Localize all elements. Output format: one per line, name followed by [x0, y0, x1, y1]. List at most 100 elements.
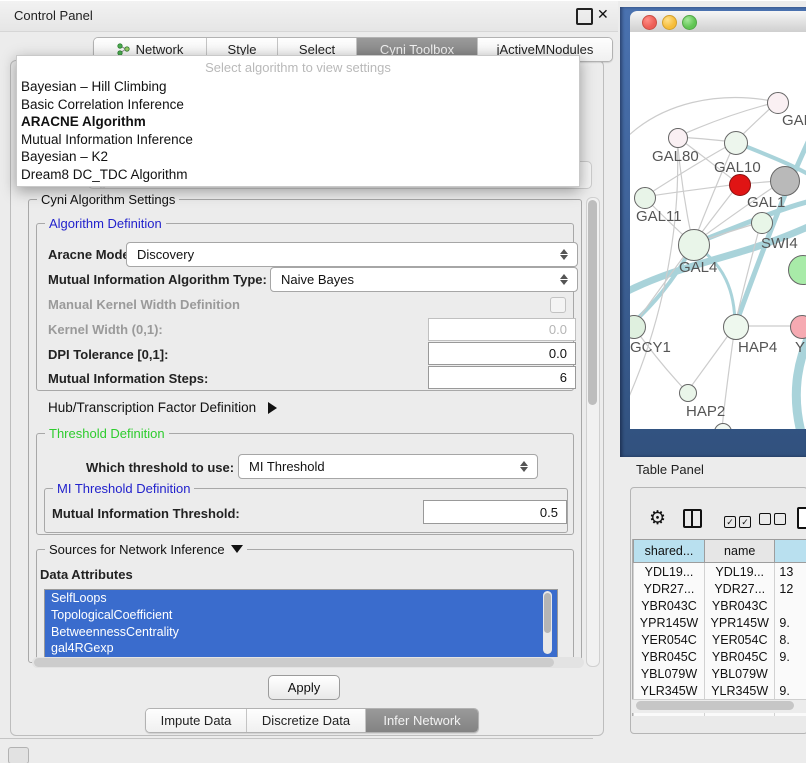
float-window-icon[interactable] [576, 8, 593, 25]
attribute-item[interactable]: gal4RGexp [45, 640, 557, 657]
network-node-hap2[interactable] [679, 384, 697, 402]
table-row[interactable]: YDL19... YDL19... 13 [634, 563, 806, 581]
kernel-width-value: 0.0 [549, 322, 567, 337]
stepper-icon [555, 274, 577, 285]
mi-steps-input[interactable]: 6 [428, 366, 576, 389]
node-label-swi4: SWI4 [761, 235, 798, 252]
panel-divider [0, 738, 593, 739]
gear-icon[interactable]: ⚙ [649, 507, 666, 530]
tab-impute-data[interactable]: Impute Data [146, 709, 247, 732]
attr-list-scroll-thumb[interactable] [544, 593, 551, 633]
node-table: shared... name YDL19... YDL19... 13 YDR2… [632, 539, 806, 716]
stepper-icon [555, 249, 577, 260]
dropdown-item[interactable]: Mutual Information Inference [17, 131, 579, 149]
network-node-gal11[interactable] [634, 187, 656, 209]
sources-group-title[interactable]: Sources for Network Inference [45, 542, 247, 557]
dropdown-item[interactable]: Bayesian – K2 [17, 148, 579, 166]
table-row[interactable]: YBL079W YBL079W [634, 665, 806, 682]
tab-discretize-data[interactable]: Discretize Data [247, 709, 366, 732]
apply-button[interactable]: Apply [268, 675, 340, 700]
tab-infer-network[interactable]: Infer Network [366, 709, 478, 732]
column-layout-icon[interactable] [683, 509, 702, 528]
tab-impute-data-label: Impute Data [161, 713, 232, 728]
mi-threshold-group-title: MI Threshold Definition [53, 481, 194, 496]
node-label-hap4: HAP4 [738, 339, 777, 356]
network-node-gal4[interactable] [678, 229, 710, 261]
apply-button-label: Apply [288, 680, 321, 695]
network-node[interactable] [767, 92, 789, 114]
network-node-gal80[interactable] [668, 128, 688, 148]
control-panel-title: Control Panel [14, 8, 93, 23]
settings-horizontal-scroll-thumb[interactable] [34, 658, 554, 667]
attr-items: SelfLoopsTopologicalCoefficientBetweenne… [45, 590, 557, 657]
checked-boxes-icon[interactable]: ✓✓ [724, 512, 751, 530]
cyni-bottom-tabs: Impute Data Discretize Data Infer Networ… [145, 708, 479, 733]
threshold-definition-title: Threshold Definition [45, 426, 169, 441]
sources-title-text: Sources for Network Inference [49, 542, 225, 557]
table-header-row: shared... name [634, 540, 806, 563]
mi-type-label: Mutual Information Algorithm Type: [48, 272, 267, 287]
screen: Control Panel ✕ Network Style Select Cyn… [0, 0, 806, 763]
new-column-icon[interactable] [797, 507, 806, 529]
dropdown-item[interactable]: Bayesian – Hill Climbing [17, 78, 579, 96]
mi-threshold-input[interactable]: 0.5 [423, 500, 567, 524]
aracne-mode-value: Discovery [137, 247, 194, 262]
tab-discretize-data-label: Discretize Data [262, 713, 350, 728]
window-minimize-icon[interactable] [662, 15, 677, 30]
aracne-mode-select[interactable]: Discovery [126, 242, 578, 267]
table-body: YDL19... YDL19... 13 YDR27... YDR27... 1… [634, 563, 806, 717]
network-node-gal10[interactable] [724, 131, 748, 155]
table-row[interactable]: YDR27... YDR27... 12 [634, 580, 806, 597]
algorithm-definition-title: Algorithm Definition [45, 216, 166, 231]
window-zoom-icon[interactable] [682, 15, 697, 30]
column-header-shared-name[interactable]: shared... [634, 540, 705, 563]
node-label-gal80: GAL80 [652, 148, 699, 165]
table-row[interactable]: YPR145W YPR145W 9. [634, 614, 806, 631]
dock-panel-button[interactable] [8, 747, 29, 763]
table-row[interactable]: YBR043C YBR043C [634, 597, 806, 614]
data-attributes-list[interactable]: SelfLoopsTopologicalCoefficientBetweenne… [44, 589, 558, 660]
attribute-item[interactable]: TopologicalCoefficient [45, 607, 557, 624]
dropdown-items: Bayesian – Hill ClimbingBasic Correlatio… [17, 78, 579, 183]
mi-threshold-value: 0.5 [540, 505, 558, 520]
attribute-item[interactable]: SelfLoops [45, 590, 557, 607]
window-close-icon[interactable] [642, 15, 657, 30]
node-label-gal1: GAL1 [747, 194, 785, 211]
hub-definition-label: Hub/Transcription Factor Definition [48, 400, 256, 415]
aracne-mode-label: Aracne Mode: [48, 247, 134, 262]
network-node-hap4[interactable] [723, 314, 749, 340]
column-header-name[interactable]: name [704, 540, 774, 563]
unchecked-boxes-icon[interactable] [759, 512, 786, 530]
table-row[interactable]: YBR045C YBR045C 9. [634, 648, 806, 665]
table-horizontal-scroll-thumb[interactable] [636, 701, 794, 710]
dpi-tolerance-value: 0.0 [549, 346, 567, 361]
mi-type-select[interactable]: Naive Bayes [270, 267, 578, 292]
node-label-gal10: GAL10 [714, 159, 761, 176]
node-label-gal11: GAL11 [636, 208, 682, 225]
network-canvas[interactable]: GAL GAL80 GAL10 GAL1 GAL11 SWI4 GAL4 GCY… [630, 32, 806, 429]
which-threshold-select[interactable]: MI Threshold [238, 454, 538, 479]
dropdown-item[interactable]: ARACNE Algorithm [17, 113, 579, 131]
which-threshold-value: MI Threshold [249, 459, 325, 474]
network-node-swi4[interactable] [751, 212, 773, 234]
node-label-gal4: GAL4 [679, 259, 717, 276]
settings-vertical-scroll-thumb[interactable] [588, 200, 597, 405]
dropdown-item[interactable]: Dream8 DC_TDC Algorithm [17, 166, 579, 184]
dropdown-item[interactable]: Basic Correlation Inference [17, 96, 579, 114]
manual-kernel-checkbox[interactable] [550, 297, 566, 313]
algorithm-dropdown-popup: Select algorithm to view settings Bayesi… [16, 55, 580, 187]
kernel-width-input[interactable]: 0.0 [428, 318, 576, 341]
node-label-hap2: HAP2 [686, 403, 725, 420]
network-node-gray[interactable] [770, 166, 800, 196]
table-row[interactable]: YER054C YER054C 8. [634, 631, 806, 648]
column-header-partial[interactable] [775, 540, 806, 563]
attribute-item[interactable]: BetweennessCentrality [45, 624, 557, 641]
table-row[interactable]: YLR345W YLR345W 9. [634, 682, 806, 699]
hub-definition-toggle[interactable]: Hub/Transcription Factor Definition [48, 400, 277, 415]
dpi-tolerance-input[interactable]: 0.0 [428, 342, 576, 365]
cyni-settings-title: Cyni Algorithm Settings [37, 192, 179, 207]
table-panel-title: Table Panel [636, 462, 704, 477]
mi-steps-label: Mutual Information Steps: [48, 371, 208, 386]
network-node-gal1-selected[interactable] [729, 174, 751, 196]
close-icon[interactable]: ✕ [597, 6, 609, 23]
